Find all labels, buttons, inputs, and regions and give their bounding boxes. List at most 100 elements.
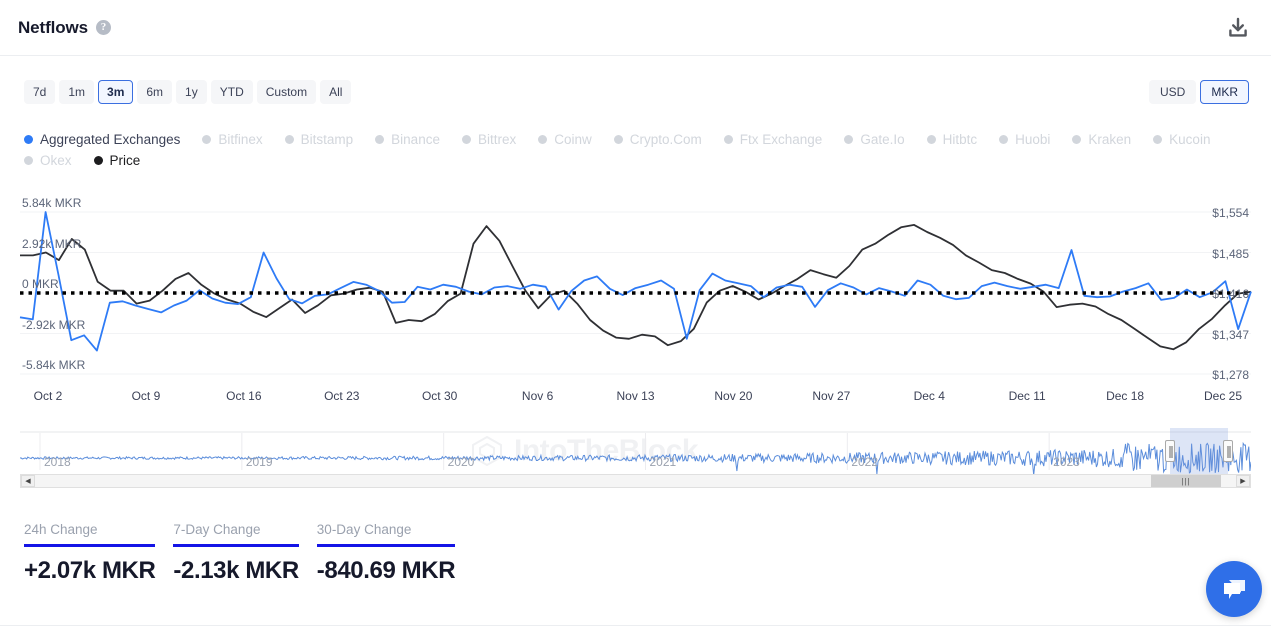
y-axis-left-tick: 0 MKR (22, 277, 59, 291)
x-axis-tick: Oct 9 (131, 389, 161, 403)
chart-controls: 7d 1m 3m 6m 1y YTD Custom All USD MKR (0, 56, 1271, 112)
navigator-selection-window[interactable] (1170, 428, 1228, 474)
stat-label: 30-Day Change (316, 522, 412, 537)
range-button-1m[interactable]: 1m (59, 80, 95, 104)
y-axis-left-tick: -5.84k MKR (22, 358, 86, 372)
x-axis-tick: Oct 30 (421, 389, 458, 403)
stat-30-day-change: 30-Day Change -840.69 MKR (316, 522, 456, 585)
x-axis-tick: Oct 2 (33, 389, 63, 403)
legend-dot-icon (538, 135, 548, 144)
y-axis-right-tick: $1,485 (1212, 246, 1249, 261)
legend-item-hitbtc[interactable]: Hitbtc (926, 130, 978, 149)
range-button-ytd[interactable]: YTD (210, 80, 253, 104)
legend-label: Hitbtc (942, 132, 978, 147)
legend-dot-icon (999, 135, 1009, 144)
legend-item-okex[interactable]: Okex (24, 151, 72, 170)
navigator-year-label: 2021 (649, 455, 677, 469)
scroll-left-arrow-icon[interactable]: ◀ (21, 475, 35, 487)
stat-value: +2.07k MKR (24, 557, 156, 584)
x-axis-tick: Nov 6 (521, 389, 554, 403)
chart-plot-svg (19, 211, 1252, 375)
legend-dot-icon (375, 135, 385, 144)
x-axis-tick: Dec 25 (1203, 389, 1243, 403)
scroll-right-arrow-icon[interactable]: ▶ (1236, 475, 1250, 487)
legend-dot-icon (284, 135, 294, 144)
unit-button-usd[interactable]: USD (1148, 80, 1197, 104)
y-axis-left-tick: 2.92k MKR (22, 236, 82, 251)
x-axis-tick: Nov 13 (616, 389, 655, 403)
header-title-group: Netflows ? (18, 17, 112, 38)
legend-dot-icon (723, 135, 733, 144)
stat-7-day-change: 7-Day Change -2.13k MKR (173, 522, 299, 585)
legend-label: Ftx Exchange (739, 132, 823, 147)
netflows-chart[interactable]: IntoTheBlock -5.84k MKR $1,278 -2.92k MKR $… (0, 176, 1271, 467)
legend-dot-icon (461, 135, 471, 144)
legend-label: Okex (40, 153, 72, 168)
stat-value: -840.69 MKR (316, 557, 456, 584)
y-axis-left-tick: -2.92k MKR (22, 317, 86, 332)
legend-dot-icon (926, 135, 936, 144)
widget-header: Netflows ? (0, 0, 1271, 56)
time-range-selector: 7d 1m 3m 6m 1y YTD Custom All (24, 80, 352, 104)
legend-item-binance[interactable]: Binance (375, 130, 440, 149)
x-axis-tick: Dec 4 (913, 389, 945, 403)
stat-24h-change: 24h Change +2.07k MKR (24, 522, 156, 585)
legend-label: Huobi (1015, 132, 1051, 147)
legend-item-bitfinex[interactable]: Bitfinex (202, 130, 263, 149)
legend-item-huobi[interactable]: Huobi (999, 130, 1050, 149)
chart-legend: Aggregated Exchanges Bitfinex Bitstamp B… (24, 130, 1249, 170)
navigator-scrollbar[interactable]: ◀ ||| ▶ (20, 474, 1251, 488)
y-axis-right-tick: $1,416 (1212, 287, 1249, 301)
legend-item-bittrex[interactable]: Bittrex (461, 130, 517, 149)
range-button-custom[interactable]: Custom (256, 80, 317, 104)
x-axis-tick: Nov 20 (714, 389, 753, 403)
legend-item-bitstamp[interactable]: Bitstamp (284, 130, 354, 149)
navigator-year-label: 2022 (851, 455, 879, 469)
legend-label: Kucoin (1169, 132, 1211, 147)
legend-label: Price (109, 153, 141, 168)
range-button-all[interactable]: All (320, 80, 352, 104)
legend-label: Aggregated Exchanges (40, 132, 181, 147)
unit-selector: USD MKR (1148, 80, 1249, 104)
range-button-7d[interactable]: 7d (24, 80, 56, 104)
range-button-6m[interactable]: 6m (137, 80, 173, 104)
legend-item-gate-io[interactable]: Gate.Io (844, 130, 905, 149)
range-button-1y[interactable]: 1y (176, 80, 207, 104)
netflows-widget: Netflows ? 7d 1m 3m 6m 1y YTD Custom All… (0, 0, 1271, 626)
question-mark-icon[interactable]: ? (96, 20, 112, 35)
range-button-3m[interactable]: 3m (98, 80, 134, 104)
legend-dot-icon (202, 135, 212, 144)
legend-item-coinw[interactable]: Coinw (538, 130, 592, 149)
y-axis-right-tick: $1,278 (1212, 368, 1249, 382)
legend-dot-icon (24, 156, 33, 165)
navigator-handle-left[interactable] (1165, 440, 1175, 462)
x-axis-tick: Oct 16 (226, 389, 262, 403)
legend-item-kucoin[interactable]: Kucoin (1153, 130, 1210, 149)
legend-item-price[interactable]: Price (93, 151, 141, 170)
scrollbar-thumb[interactable]: ||| (1151, 475, 1221, 487)
legend-label: Crypto.Com (629, 132, 702, 147)
legend-dot-icon (844, 135, 854, 144)
unit-button-mkr[interactable]: MKR (1200, 80, 1249, 104)
legend-item-crypto-com[interactable]: Crypto.Com (613, 130, 702, 149)
x-axis-tick: Dec 11 (1008, 389, 1046, 403)
stat-label: 7-Day Change (173, 522, 261, 537)
legend-label: Bittrex (477, 132, 517, 147)
chat-bubble-icon[interactable] (1206, 561, 1262, 617)
download-icon[interactable] (1227, 17, 1249, 39)
legend-label: Kraken (1088, 132, 1132, 147)
navigator-year-label: 2019 (245, 455, 273, 469)
legend-item-aggregated-exchanges[interactable]: Aggregated Exchanges (24, 130, 180, 149)
navigator-year-label: 2020 (447, 455, 475, 469)
navigator-handle-right[interactable] (1223, 440, 1233, 462)
chart-navigator[interactable]: 2018 2019 2020 2021 2022 2023 (19, 428, 1252, 476)
page-title: Netflows (18, 17, 89, 37)
legend-dot-icon (24, 135, 33, 144)
y-axis-left-tick: 5.84k MKR (22, 196, 82, 210)
legend-dot-icon (1153, 135, 1163, 144)
legend-label: Bitstamp (300, 132, 354, 147)
legend-item-ftx-exchange[interactable]: Ftx Exchange (723, 130, 823, 149)
navigator-year-label: 2018 (44, 455, 71, 469)
legend-item-kraken[interactable]: Kraken (1072, 130, 1131, 149)
summary-stats: 24h Change +2.07k MKR 7-Day Change -2.13… (24, 522, 473, 585)
